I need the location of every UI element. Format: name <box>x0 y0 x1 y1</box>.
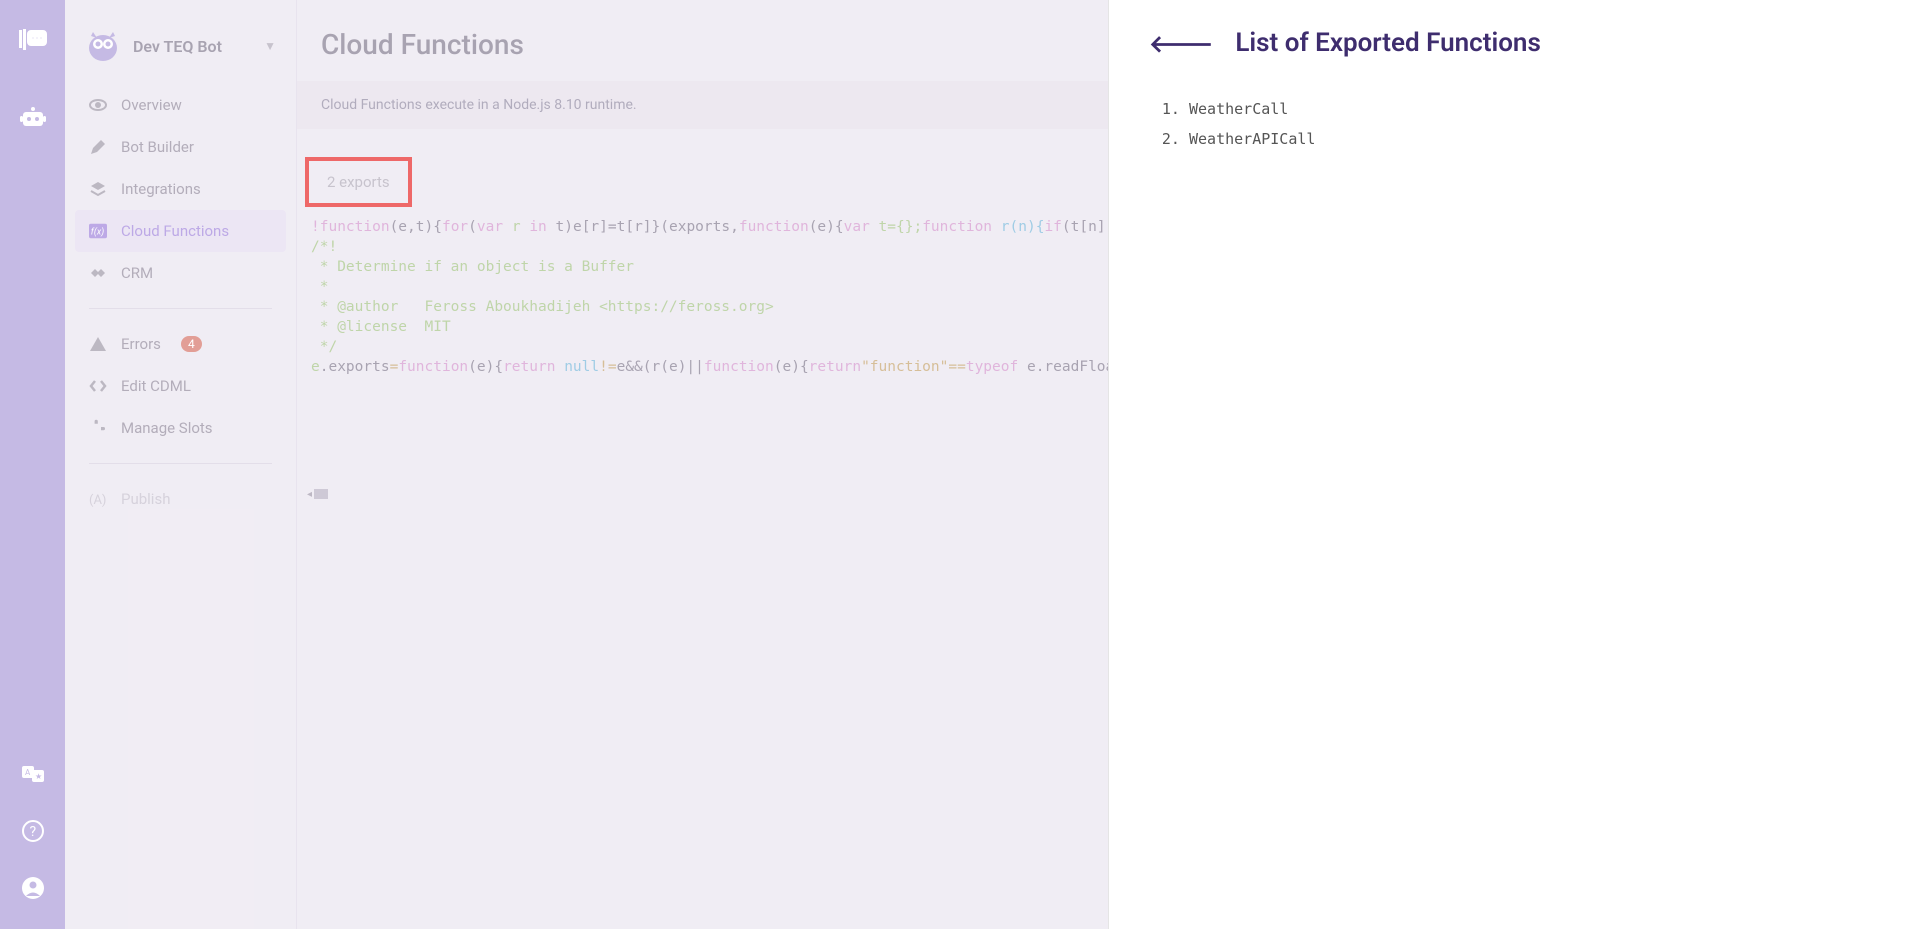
sidebar-item-label: Edit CDML <box>121 377 191 395</box>
exported-functions-list: WeatherCall WeatherAPICall <box>1149 100 1880 148</box>
sidebar-item-label: Manage Slots <box>121 419 213 437</box>
runtime-info: Cloud Functions execute in a Node.js 8.1… <box>297 81 1108 129</box>
sidebar-item-crm[interactable]: CRM <box>75 252 286 294</box>
handshake-icon <box>89 264 107 282</box>
help-icon[interactable]: ? <box>17 815 49 847</box>
back-button[interactable]: 🡐 <box>1149 29 1213 58</box>
robot-icon[interactable] <box>17 102 49 134</box>
bot-selector[interactable]: Dev TEQ Bot ▼ <box>65 0 296 84</box>
code-viewer[interactable]: !function(e,t){for(var r in t)e[r]=t[r]}… <box>297 213 1108 377</box>
main-content: Cloud Functions Cloud Functions execute … <box>296 0 1108 929</box>
svg-text:★: ★ <box>35 772 42 781</box>
warning-icon <box>89 335 107 353</box>
divider <box>89 308 272 309</box>
list-item[interactable]: WeatherCall <box>1189 100 1880 118</box>
scroll-thumb[interactable] <box>314 489 328 499</box>
layers-icon <box>89 180 107 198</box>
svg-text:f(x): f(x) <box>91 227 104 238</box>
sidebar-item-label: Errors <box>121 335 161 353</box>
panel-title: List of Exported Functions <box>1235 28 1540 58</box>
exported-functions-panel: 🡐 List of Exported Functions WeatherCall… <box>1108 0 1920 929</box>
chat-icon[interactable] <box>17 25 49 57</box>
divider <box>89 463 272 464</box>
scroll-left-icon: ◂ <box>307 489 312 500</box>
pencil-icon <box>89 138 107 156</box>
sidebar-item-label: Overview <box>121 96 182 114</box>
sidebar-item-overview[interactable]: Overview <box>75 84 286 126</box>
sidebar-item-integrations[interactable]: Integrations <box>75 168 286 210</box>
sidebar-item-manage-slots[interactable]: Manage Slots <box>75 407 286 449</box>
sidebar: Dev TEQ Bot ▼ Overview Bot Builder Integ… <box>65 0 296 929</box>
page-title: Cloud Functions <box>297 28 1108 81</box>
code-icon <box>89 377 107 395</box>
sidebar-item-bot-builder[interactable]: Bot Builder <box>75 126 286 168</box>
sidebar-item-edit-cdml[interactable]: Edit CDML <box>75 365 286 407</box>
fx-icon: f(x) <box>89 222 107 240</box>
sidebar-item-errors[interactable]: Errors 4 <box>75 323 286 365</box>
svg-text:A: A <box>25 768 31 777</box>
sidebar-item-label: CRM <box>121 264 153 282</box>
chevron-down-icon: ▼ <box>264 39 276 53</box>
errors-badge: 4 <box>181 336 202 352</box>
sidebar-item-label: Bot Builder <box>121 138 194 156</box>
translate-icon[interactable]: A★ <box>17 758 49 790</box>
eye-icon <box>89 96 107 114</box>
horizontal-scrollbar[interactable]: ◂ <box>297 487 1108 501</box>
sidebar-item-publish: (A) Publish <box>75 478 286 520</box>
sidebar-item-label: Integrations <box>121 180 201 198</box>
sidebar-item-label: Publish <box>121 490 170 508</box>
svg-text:(A): (A) <box>89 493 106 508</box>
broadcast-icon: (A) <box>89 490 107 508</box>
list-item[interactable]: WeatherAPICall <box>1189 130 1880 148</box>
account-icon[interactable] <box>17 872 49 904</box>
bot-name: Dev TEQ Bot <box>133 37 222 56</box>
svg-text:?: ? <box>29 824 36 840</box>
puzzle-icon <box>89 419 107 437</box>
owl-logo-icon <box>85 28 121 64</box>
sidebar-item-cloud-functions[interactable]: f(x) Cloud Functions <box>75 210 286 252</box>
app-rail: A★ ? <box>0 0 65 929</box>
sidebar-item-label: Cloud Functions <box>121 222 229 240</box>
exports-count-button[interactable]: 2 exports <box>305 157 412 207</box>
